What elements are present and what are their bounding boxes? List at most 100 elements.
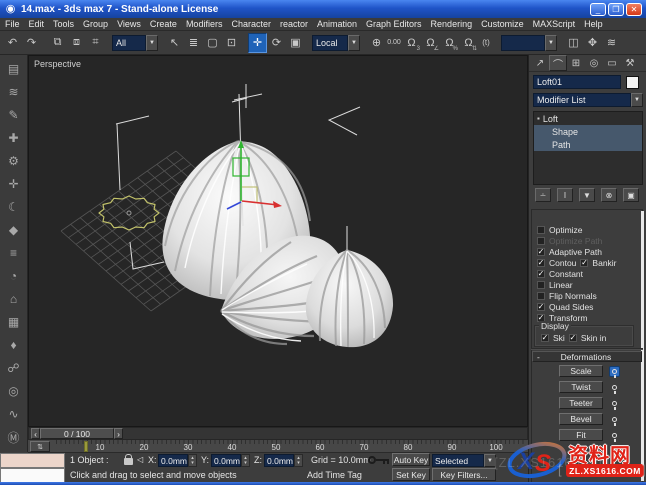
object-color-swatch[interactable] — [626, 76, 639, 89]
reference-coordinate-arrow-icon[interactable]: ▼ — [348, 34, 360, 51]
left-tool-icon-8[interactable]: ≡ — [3, 242, 25, 264]
left-tool-icon-11[interactable]: ▦ — [3, 311, 25, 333]
left-tool-icon-0[interactable]: ▤ — [3, 58, 25, 80]
remove-modifier-icon[interactable]: ⊗ — [601, 188, 617, 202]
stack-item-shape[interactable]: Shape — [534, 125, 642, 138]
restore-button[interactable]: ❐ — [608, 2, 624, 16]
left-tool-icon-4[interactable]: ⚙ — [3, 150, 25, 172]
align-icon[interactable]: ✥ — [583, 33, 602, 53]
track-bar[interactable]: ⇅ 10 20 30 40 50 60 70 80 90 100 — [28, 440, 528, 453]
skin-checkbox[interactable]: ✓ — [541, 334, 549, 342]
x-spinner[interactable]: ▴ ▾ — [188, 454, 197, 467]
left-tool-icon-5[interactable]: ✛ — [3, 173, 25, 195]
left-tool-icon-12[interactable]: ♦ — [3, 334, 25, 356]
menu-modifiers[interactable]: Modifiers — [186, 19, 223, 29]
twist-deformation-button[interactable]: Twist — [559, 381, 603, 393]
selection-filter-arrow-icon[interactable]: ▼ — [146, 34, 158, 51]
twist-lightbulb-icon[interactable] — [609, 382, 620, 394]
motion-tab-icon[interactable]: ◎ — [585, 55, 603, 71]
menu-character[interactable]: Character — [231, 19, 271, 29]
stack-item-path[interactable]: Path — [534, 138, 642, 151]
left-tool-icon-9[interactable]: ◔ — [3, 265, 25, 287]
next-frame-button[interactable]: › — [114, 428, 123, 439]
menu-graph-editors[interactable]: Graph Editors — [366, 19, 422, 29]
maxscript-listener-pink[interactable] — [0, 453, 65, 468]
modify-tab-icon[interactable]: ⌒ — [549, 55, 567, 71]
absolute-mode-icon[interactable]: ◁ — [137, 455, 143, 464]
x-coordinate-field[interactable]: 0.0mm — [158, 454, 188, 467]
reference-coordinate-dropdown[interactable]: Local — [312, 34, 348, 51]
bevel-deformation-button[interactable]: Bevel — [559, 413, 603, 425]
close-button[interactable]: ✕ — [626, 2, 642, 16]
title-bar[interactable]: ◉ 14.max - 3ds max 7 - Stand-alone Licen… — [0, 0, 646, 18]
key-mode-dropdown[interactable]: Selected — [432, 454, 484, 467]
viewport-scene[interactable] — [29, 56, 527, 426]
current-frame-marker[interactable] — [84, 441, 88, 452]
auto-key-button[interactable]: Auto Key — [392, 453, 430, 466]
menu-customize[interactable]: Customize — [481, 19, 524, 29]
maxscript-listener-white[interactable] — [0, 468, 65, 483]
contour-checkbox[interactable]: ✓ — [537, 259, 545, 267]
loft-shape-spline[interactable] — [98, 195, 160, 231]
viewport-label[interactable]: Perspective — [34, 59, 81, 69]
link-icon[interactable]: ⧉ — [48, 33, 67, 53]
left-tool-icon-7[interactable]: ◆ — [3, 219, 25, 241]
pin-stack-icon[interactable]: ∸ — [535, 188, 551, 202]
stack-item-loft[interactable]: ▪ Loft — [534, 112, 642, 125]
utilities-tab-icon[interactable]: ⚒ — [621, 55, 639, 71]
scale-lightbulb-icon[interactable] — [609, 366, 620, 378]
time-slider-button[interactable]: 0 / 100 — [40, 428, 114, 439]
menu-animation[interactable]: Animation — [317, 19, 357, 29]
quad-sides-checkbox[interactable]: ✓ — [537, 303, 545, 311]
selection-region-icon[interactable]: ▢ — [203, 33, 222, 53]
option-constant[interactable]: ✓ Constant — [537, 269, 583, 279]
prev-frame-button[interactable]: ‹ — [31, 428, 40, 439]
use-pivot-center-icon[interactable]: ⊕ — [367, 33, 386, 53]
spinner-snap-icon[interactable]: Ω ⇅ — [459, 33, 478, 53]
time-slider-track[interactable]: ‹ 0 / 100 › — [28, 427, 528, 440]
deformations-rollout-header[interactable]: - Deformations — [532, 351, 642, 362]
mini-curve-editor-button[interactable]: ⇅ — [30, 441, 50, 452]
menu-views[interactable]: Views — [117, 19, 141, 29]
option-quad-sides[interactable]: ✓ Quad Sides — [537, 302, 593, 312]
select-rotate-icon[interactable]: ⟳ — [267, 33, 286, 53]
menu-edit[interactable]: Edit — [29, 19, 45, 29]
show-end-result-icon[interactable]: I — [557, 188, 573, 202]
keyboard-override-icon[interactable]: (t) — [478, 33, 494, 53]
configure-modifier-sets-icon[interactable]: ▣ — [623, 188, 639, 202]
unlink-icon[interactable]: ⧈ — [67, 33, 86, 53]
selection-lock-icon[interactable] — [124, 454, 133, 465]
left-tool-icon-10[interactable]: ⌂ — [3, 288, 25, 310]
option-linear[interactable]: Linear — [537, 280, 573, 290]
redo-icon[interactable]: ↷ — [22, 33, 41, 53]
select-scale-icon[interactable]: ▣ — [286, 33, 305, 53]
window-crossing-icon[interactable]: ⊡ — [222, 33, 241, 53]
option-optimize[interactable]: Optimize — [537, 225, 583, 235]
menu-reactor[interactable]: reactor — [280, 19, 308, 29]
named-selection-sets-dropdown[interactable] — [501, 34, 545, 51]
menu-create[interactable]: Create — [150, 19, 177, 29]
teeter-lightbulb-icon[interactable] — [609, 398, 620, 410]
skin-in-shaded-checkbox[interactable]: ✓ — [568, 334, 577, 342]
z-coordinate-field[interactable]: 0.0mm — [264, 454, 294, 467]
menu-help[interactable]: Help — [584, 19, 603, 29]
modifier-list-arrow-icon[interactable]: ▼ — [631, 93, 643, 107]
layer-manager-icon[interactable]: ≋ — [602, 33, 621, 53]
select-object-icon[interactable]: ↖ — [165, 33, 184, 53]
menu-group[interactable]: Group — [83, 19, 108, 29]
left-tool-icon-1[interactable]: ≋ — [3, 81, 25, 103]
make-unique-icon[interactable]: ▼ — [579, 188, 595, 202]
undo-icon[interactable]: ↶ — [3, 33, 22, 53]
flip-normals-checkbox[interactable] — [537, 292, 545, 300]
object-name-field[interactable]: Loft01 — [533, 75, 621, 89]
option-flip-normals[interactable]: Flip Normals — [537, 291, 597, 301]
bind-spacewarp-icon[interactable]: ⌗ — [86, 33, 105, 53]
scale-deformation-button[interactable]: Scale — [559, 365, 603, 377]
left-tool-icon-14[interactable]: ◎ — [3, 380, 25, 402]
adaptive-path-checkbox[interactable]: ✓ — [537, 248, 545, 256]
constant-checkbox[interactable]: ✓ — [537, 270, 545, 278]
optimize-checkbox[interactable] — [537, 226, 545, 234]
teeter-deformation-button[interactable]: Teeter — [559, 397, 603, 409]
menu-tools[interactable]: Tools — [53, 19, 74, 29]
angle-snap-icon[interactable]: Ω ∠ — [421, 33, 440, 53]
